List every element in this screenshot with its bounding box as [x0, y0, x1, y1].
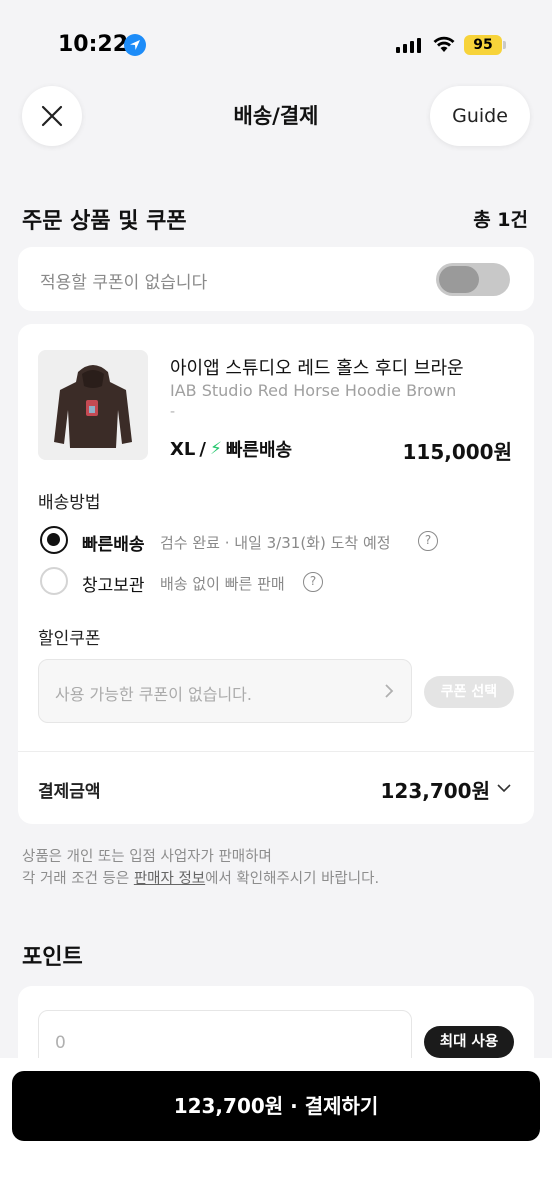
fast-shipping-badge: 빠른배송 — [225, 440, 293, 461]
wifi-icon — [433, 36, 455, 52]
help-icon[interactable]: ? — [303, 572, 323, 592]
radio-warehouse[interactable] — [40, 567, 68, 595]
option-separator: / — [199, 438, 206, 460]
battery-indicator: 95 — [464, 35, 502, 55]
order-section-title: 주문 상품 및 쿠폰 — [22, 209, 187, 234]
discount-coupon-title: 할인쿠폰 — [38, 629, 101, 649]
status-time: 10:22 — [58, 32, 129, 57]
coupon-toggle-switch[interactable] — [436, 263, 510, 296]
seller-notice: 상품은 개인 또는 입점 사업자가 판매하며 각 거래 조건 등은 판매자 정보… — [22, 846, 379, 890]
product-image[interactable] — [38, 350, 148, 460]
coupon-toggle-label: 적용할 쿠폰이 없습니다 — [40, 273, 208, 293]
coupon-placeholder: 사용 가능한 쿠폰이 없습니다. — [55, 685, 252, 704]
shipping-method-title: 배송방법 — [38, 493, 101, 513]
notice-prefix: 각 거래 조건 등은 — [22, 871, 134, 887]
radio-fast-shipping[interactable] — [40, 526, 68, 554]
coupon-select-button[interactable]: 쿠폰 선택 — [424, 676, 514, 708]
product-price: 115,000원 — [402, 440, 513, 464]
warehouse-desc: 배송 없이 빠른 판매 — [160, 575, 285, 593]
battery-tip — [503, 41, 506, 49]
notice-line-2: 각 거래 조건 등은 판매자 정보에서 확인해주시기 바랍니다. — [22, 868, 379, 890]
coupon-toggle-card: 적용할 쿠폰이 없습니다 — [18, 247, 534, 311]
product-card: 아이앱 스튜디오 레드 홀스 후디 브라운 IAB Studio Red Hor… — [18, 324, 534, 824]
notice-line-1: 상품은 개인 또는 입점 사업자가 판매하며 — [22, 849, 272, 865]
lightning-icon: ⚡ — [209, 439, 222, 459]
max-use-button[interactable]: 최대 사용 — [424, 1026, 514, 1058]
location-arrow-icon — [124, 34, 146, 56]
product-name-ko: 아이앱 스튜디오 레드 홀스 후디 브라운 — [170, 358, 464, 379]
notice-suffix: 에서 확인해주시기 바랍니다. — [205, 871, 380, 887]
product-size: XL — [170, 438, 196, 460]
chevron-down-icon[interactable] — [496, 782, 512, 794]
product-name-en: IAB Studio Red Horse Hoodie Brown — [170, 381, 457, 400]
payment-amount[interactable]: 123,700원 — [381, 775, 491, 804]
points-placeholder: 0 — [55, 1033, 66, 1053]
fast-shipping-desc: 검수 완료 · 내일 3/31(화) 도착 예정 — [160, 534, 391, 552]
cellular-signal-icon — [396, 37, 421, 53]
product-name-dash: - — [170, 404, 176, 420]
fast-shipping-label[interactable]: 빠른배송 — [82, 530, 145, 555]
guide-button[interactable]: Guide — [430, 86, 530, 146]
seller-info-link[interactable]: 판매자 정보 — [134, 871, 205, 887]
order-count: 총 1건 — [473, 209, 528, 231]
checkout-button[interactable]: 123,700원 · 결제하기 — [12, 1071, 540, 1141]
chevron-right-icon — [385, 684, 394, 698]
product-option: XL / ⚡ 빠른배송 — [170, 436, 292, 462]
payment-amount-label: 결제금액 — [38, 782, 101, 802]
hoodie-image — [38, 350, 148, 460]
coupon-select-field[interactable]: 사용 가능한 쿠폰이 없습니다. — [38, 659, 412, 723]
points-title: 포인트 — [22, 945, 83, 970]
toggle-knob — [439, 266, 479, 293]
status-bar: 10:22 95 — [0, 0, 552, 86]
help-icon[interactable]: ? — [418, 531, 438, 551]
divider — [18, 751, 534, 752]
warehouse-label[interactable]: 창고보관 — [82, 571, 145, 596]
